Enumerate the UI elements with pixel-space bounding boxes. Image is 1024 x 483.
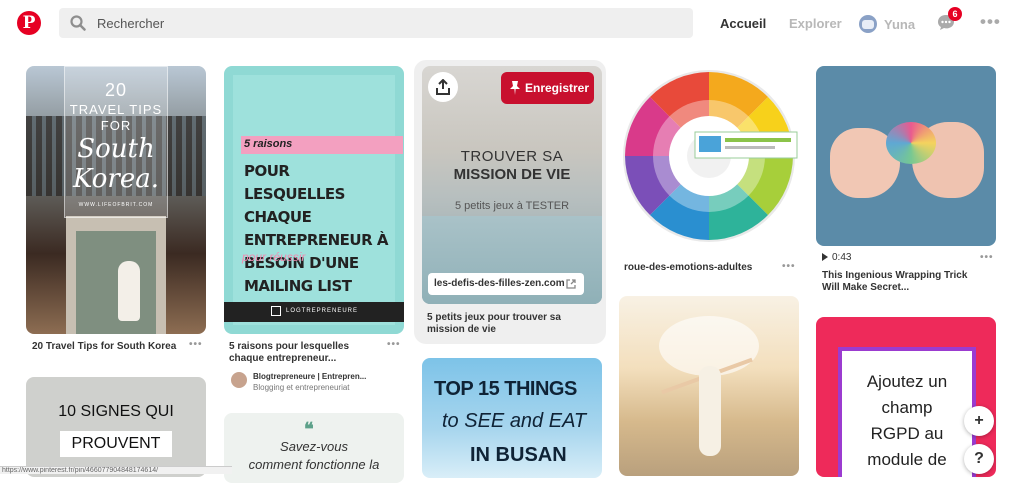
overlay-text: Savez-vous: [280, 439, 348, 454]
wrapped-paper: [886, 122, 936, 164]
pin-more-icon[interactable]: •••: [189, 339, 203, 350]
overlay-text: WWW.LIFEOFBRIT.COM: [78, 202, 154, 208]
overlay-line: module de: [867, 450, 947, 469]
pushpin-icon: [510, 81, 520, 95]
user-name: Yuna: [884, 16, 916, 32]
quote-icon: ❝: [304, 419, 314, 440]
pin-caption[interactable]: chaque entrepreneur...: [229, 353, 336, 365]
overlay-text: LOGTREPRENEURE: [286, 308, 359, 314]
source-link[interactable]: les-defis-des-filles-zen.com: [428, 273, 584, 295]
overlay-text: pour réussir: [242, 250, 306, 264]
search-input[interactable]: [97, 8, 677, 38]
pinterest-logo-icon[interactable]: P: [17, 11, 41, 35]
overlay-text: comment fonctionne la: [248, 457, 380, 472]
add-button[interactable]: +: [964, 406, 994, 436]
help-button[interactable]: ?: [964, 444, 994, 474]
overlay-text: 5 raisons: [244, 138, 293, 150]
emotion-wheel-graphic: [623, 70, 798, 242]
pin-more-icon[interactable]: •••: [387, 339, 401, 350]
person-figure: [699, 366, 721, 456]
overlay-text: IN BUSAN: [470, 444, 567, 466]
browser-status-bar: https://www.pinterest.fr/pin/46607790484…: [0, 466, 232, 474]
pin-image-10-signes[interactable]: 10 SIGNES QUI PROUVENT: [26, 377, 206, 477]
upload-icon: [436, 79, 450, 95]
overlay-text: MISSION DE VIE: [453, 166, 571, 183]
pin-caption[interactable]: mission de vie: [427, 324, 496, 336]
author-avatar[interactable]: [231, 372, 247, 388]
overlay-text: TRAVEL TIPS: [69, 102, 163, 117]
brand-logo-icon: [271, 306, 281, 316]
author-name[interactable]: Blogtrepreneure | Entrepren...: [253, 372, 366, 381]
pin-caption[interactable]: 5 petits jeux pour trouver sa: [427, 312, 561, 324]
overlay-text: FOR: [100, 118, 132, 133]
external-link-icon: [566, 279, 576, 289]
author-subtitle: Blogging et entrepreneuriat: [253, 383, 350, 392]
pin-more-icon[interactable]: •••: [980, 252, 994, 263]
pin-caption[interactable]: roue-des-emotions-adultes: [624, 262, 752, 274]
overlay-line: RGPD au: [870, 424, 944, 443]
gate-opening: [76, 231, 156, 334]
pin-caption[interactable]: Will Make Secret...: [822, 282, 909, 294]
pin-image-beach-freedom[interactable]: [619, 296, 799, 476]
overlay-text: PROUVENT: [60, 431, 172, 457]
search-icon: [70, 15, 86, 31]
nav-home-link[interactable]: Accueil: [720, 16, 766, 31]
search-bar[interactable]: [59, 8, 693, 38]
person-figure: [118, 261, 140, 321]
overlay-text: TROUVER SA: [460, 148, 564, 165]
pin-image-busan[interactable]: TOP 15 THINGS to SEE and EAT IN BUSAN: [422, 358, 602, 478]
pin-more-icon[interactable]: •••: [782, 261, 796, 272]
pin-image-emotion-wheel[interactable]: [619, 66, 799, 256]
pin-caption[interactable]: 20 Travel Tips for South Korea: [32, 341, 176, 353]
nav-profile-link[interactable]: Yuna: [859, 13, 915, 35]
top-bar: P Accueil Explorer Yuna 6 •••: [0, 0, 1024, 46]
more-options-icon[interactable]: •••: [980, 12, 1001, 32]
overlay-text: Korea.: [73, 164, 159, 194]
overlay-line: champ: [881, 398, 933, 417]
pin-caption[interactable]: 5 raisons pour lesquelles: [229, 341, 349, 353]
nav-explore-link[interactable]: Explorer: [789, 16, 842, 31]
overlay-text: to SEE and EAT: [442, 410, 587, 432]
play-icon: [822, 253, 828, 261]
pin-image-wrapping-trick[interactable]: [816, 66, 996, 246]
pin-image-mailing-list[interactable]: 5 raisons POUR LESQUELLES CHAQUE ENTREPR…: [224, 66, 404, 334]
overlay-line: Ajoutez un: [866, 372, 948, 391]
overlay-text: 10 SIGNES QUI: [58, 403, 174, 420]
overlay-text: 5 petits jeux à TESTER: [454, 200, 570, 212]
overlay-text: POUR LESQUELLES CHAQUE ENTREPRENEUR À BE…: [244, 162, 388, 295]
avatar: [859, 15, 877, 33]
overlay-text: Ajoutez un champ RGPD au module de: [842, 369, 972, 473]
notification-badge: 6: [948, 7, 962, 21]
overlay-text: South: [77, 134, 155, 164]
overlay-text: TOP 15 THINGS: [434, 378, 577, 400]
pin-image-savez-vous[interactable]: ❝ Savez-vous comment fonctionne la: [224, 413, 404, 483]
video-duration: 0:43: [832, 252, 852, 263]
overlay-text: 20: [104, 80, 128, 100]
pin-caption[interactable]: This Ingenious Wrapping Trick: [822, 270, 967, 282]
pin-image-south-korea[interactable]: 20 TRAVEL TIPS FOR South Korea. WWW.LIFE…: [26, 66, 206, 334]
